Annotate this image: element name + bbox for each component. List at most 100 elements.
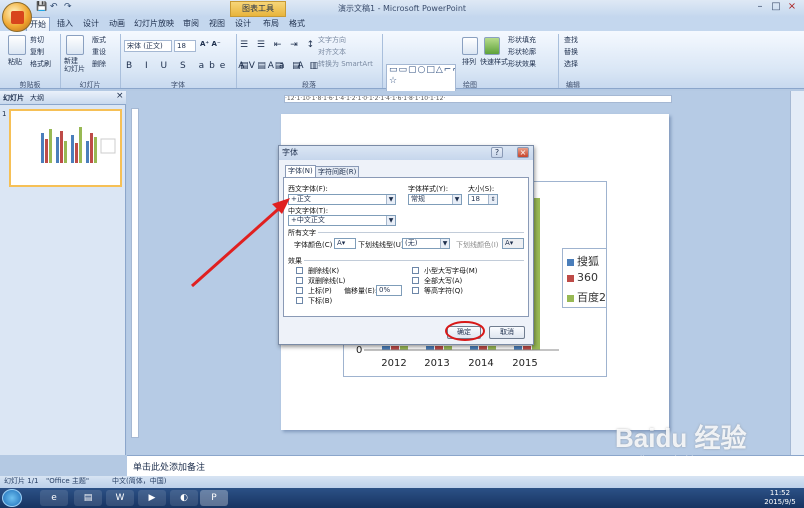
asian-font-combo[interactable]: +中文正文 ▼: [288, 215, 396, 226]
chart-bar: [426, 346, 434, 350]
ie-icon[interactable]: e: [40, 490, 68, 506]
tab-chart-layout[interactable]: 布局: [260, 17, 282, 31]
small-caps-checkbox[interactable]: [412, 267, 419, 274]
legend-swatch: [567, 258, 574, 266]
underline-color-label: 下划线颜色(I): [456, 241, 499, 249]
new-slide-button[interactable]: 新建 幻灯片: [64, 57, 85, 73]
paste-icon[interactable]: [8, 35, 26, 55]
delete-button[interactable]: 删除: [92, 59, 106, 69]
layout-button[interactable]: 版式: [92, 35, 106, 45]
tab-review[interactable]: 审阅: [180, 17, 202, 31]
arrange-icon[interactable]: [462, 37, 478, 55]
powerpoint-icon[interactable]: P: [200, 490, 228, 506]
close-button[interactable]: ×: [786, 1, 798, 13]
quick-styles-icon[interactable]: [484, 37, 500, 55]
redo-icon[interactable]: ↷: [64, 2, 72, 14]
double-strikethrough-checkbox[interactable]: [296, 277, 303, 284]
offset-spinner[interactable]: 0%: [376, 285, 402, 296]
font-dialog: 字体 ? × 字体(N) 字符间距(R) 西文字体(F): +正文 ▼ 字体样式(…: [278, 145, 534, 345]
all-caps-label: 全部大写(A): [424, 277, 463, 285]
office-logo-icon: [11, 11, 24, 24]
underline-color-icon: A▾: [505, 239, 514, 247]
chevron-down-icon: ▼: [440, 239, 449, 248]
minimize-button[interactable]: –: [754, 1, 766, 13]
word-icon[interactable]: W: [106, 490, 134, 506]
reset-button[interactable]: 重设: [92, 47, 106, 57]
text-direction-button[interactable]: 文字方向: [318, 35, 346, 45]
taskbar: e ▤ W ▶ ◐ P: [0, 488, 804, 508]
replace-button[interactable]: 替换: [564, 47, 578, 57]
chevron-down-icon: ▼: [386, 195, 395, 204]
equalize-height-checkbox[interactable]: [412, 287, 419, 294]
shape-effects-button[interactable]: 形状效果: [508, 59, 536, 69]
format-painter-button[interactable]: 格式刷: [30, 59, 51, 69]
vertical-scrollbar[interactable]: [790, 91, 804, 455]
media-icon[interactable]: ▶: [138, 490, 166, 506]
tab-slides[interactable]: 幻灯片: [3, 93, 24, 103]
size-spinner[interactable]: 18 ⇕: [468, 194, 498, 205]
font-style-combo[interactable]: 常规 ▼: [408, 194, 462, 205]
drawing-group-label: 绘图: [463, 81, 477, 89]
font-size-combo[interactable]: 18: [174, 40, 196, 52]
tab-chart-format[interactable]: 格式: [286, 17, 308, 31]
chart-legend[interactable]: 搜狐 360 百度2: [562, 248, 607, 308]
shape-fill-button[interactable]: 形状填充: [508, 35, 536, 45]
underline-style-value: (无): [405, 239, 418, 247]
quick-styles-button[interactable]: 快速样式: [480, 57, 508, 67]
dialog-close-button[interactable]: ×: [517, 147, 529, 158]
effects-heading: 效果: [288, 257, 302, 265]
help-button[interactable]: ?: [491, 147, 503, 158]
paragraph-group-label: 段落: [302, 81, 316, 89]
tab-view[interactable]: 视图: [206, 17, 228, 31]
cancel-button[interactable]: 取消: [489, 326, 525, 339]
tab-chart-design[interactable]: 设计: [232, 17, 254, 31]
clock-time: 11:52: [769, 489, 791, 497]
qq-icon[interactable]: ◐: [170, 490, 198, 506]
copy-button[interactable]: 复制: [30, 47, 44, 57]
ok-button[interactable]: 确定: [447, 326, 481, 339]
font-color-icon: A▾: [337, 239, 346, 247]
arrange-button[interactable]: 排列: [462, 57, 476, 67]
strikethrough-checkbox[interactable]: [296, 267, 303, 274]
status-bar: 幻灯片 1/1 "Office 主题" 中文(简体，中国): [0, 476, 804, 488]
close-pane-icon[interactable]: ×: [116, 91, 124, 101]
superscript-checkbox[interactable]: [296, 287, 303, 294]
system-clock[interactable]: 11:52 2015/9/5: [760, 489, 800, 507]
underline-color-picker[interactable]: A▾: [502, 238, 524, 249]
undo-icon[interactable]: ↶: [50, 2, 58, 14]
ribbon: 粘贴 剪切 复制 格式刷 剪贴板 新建 幻灯片 版式 重设 删除 幻灯片 宋体 …: [0, 31, 804, 100]
save-icon[interactable]: 💾: [36, 2, 47, 14]
tab-animations[interactable]: 动画: [106, 17, 128, 31]
x-tick-label: 2012: [381, 358, 407, 369]
subscript-checkbox[interactable]: [296, 297, 303, 304]
maximize-button[interactable]: □: [770, 1, 782, 13]
explorer-icon[interactable]: ▤: [74, 490, 102, 506]
paste-button[interactable]: 粘贴: [8, 57, 22, 67]
underline-style-combo[interactable]: (无) ▼: [402, 238, 450, 249]
list-icons[interactable]: ☰ ☰ ⇤ ⇥ ↕: [240, 40, 317, 50]
chart-bar: [488, 346, 496, 350]
find-button[interactable]: 查找: [564, 35, 578, 45]
shape-outline-button[interactable]: 形状轮廓: [508, 47, 536, 57]
cut-button[interactable]: 剪切: [30, 35, 44, 45]
tab-insert[interactable]: 插入: [54, 17, 76, 31]
western-font-combo[interactable]: +正文 ▼: [288, 194, 396, 205]
all-caps-checkbox[interactable]: [412, 277, 419, 284]
font-color-picker[interactable]: A▾: [334, 238, 356, 249]
select-button[interactable]: 选择: [564, 59, 578, 69]
legend-swatch: [567, 294, 574, 302]
tab-outline[interactable]: 大纲: [30, 93, 44, 103]
grow-font-icon[interactable]: A⁺ A⁻: [200, 40, 221, 48]
start-button[interactable]: [2, 489, 22, 507]
font-name-combo[interactable]: 宋体 (正文): [124, 40, 172, 52]
tab-slideshow[interactable]: 幻灯片放映: [133, 17, 175, 31]
slide-thumbnail[interactable]: [9, 109, 122, 187]
align-icons[interactable]: ▤ ▤ ▤ ▤ ▥: [240, 61, 321, 71]
convert-smartart-button[interactable]: 转换为 SmartArt: [318, 59, 373, 69]
align-text-button[interactable]: 对齐文本: [318, 47, 346, 57]
tab-design[interactable]: 设计: [80, 17, 102, 31]
new-slide-icon[interactable]: [66, 35, 84, 55]
legend-swatch: [567, 274, 574, 282]
chart-bar: [523, 346, 531, 350]
office-button[interactable]: [2, 2, 32, 32]
